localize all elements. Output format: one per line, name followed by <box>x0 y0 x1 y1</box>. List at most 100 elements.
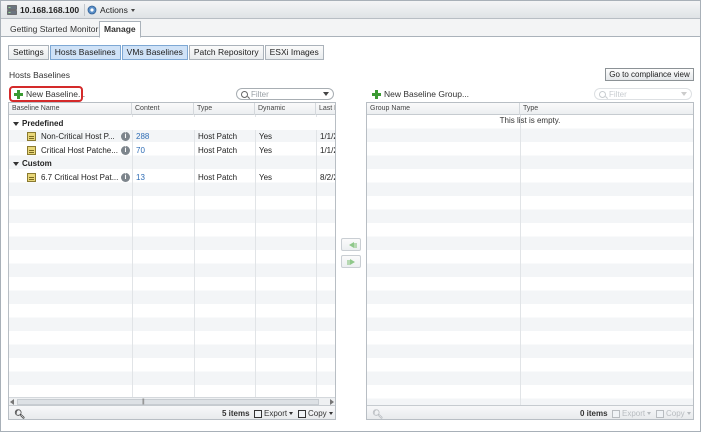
chevron-down-icon <box>647 412 652 415</box>
group-row-predefined[interactable]: Predefined <box>9 116 335 130</box>
chevron-down-icon <box>130 8 135 12</box>
table-row[interactable]: Non-Critical Host P... i 288 Host Patch … <box>9 130 335 144</box>
baseline-name: 6.7 Critical Host Pat... <box>41 172 119 182</box>
tab-monitor[interactable]: Monitor <box>70 22 98 37</box>
chevron-down-icon <box>328 412 333 415</box>
info-icon[interactable]: i <box>121 145 130 155</box>
search-icon <box>599 90 606 98</box>
horizontal-scrollbar[interactable]: ||| <box>9 397 335 405</box>
baseline-icon <box>27 172 36 182</box>
grid-header: Baseline Name Content Type Dynamic Last … <box>9 103 335 115</box>
host-name: 10.168.168.100 <box>20 5 80 15</box>
table-row[interactable]: 6.7 Critical Host Pat... i 13 Host Patch… <box>9 171 335 185</box>
remove-from-group-button[interactable] <box>341 238 361 251</box>
content-link[interactable]: 13 <box>136 171 145 185</box>
dynamic-cell: Yes <box>259 145 273 155</box>
sub-tabs: Settings Hosts Baselines VMs Baselines P… <box>8 45 325 61</box>
chevron-down-icon <box>289 412 294 415</box>
go-to-compliance-view-button[interactable]: Go to compliance view <box>605 68 694 81</box>
grid-footer: 🔍︎ 5 items Export Copy <box>9 405 335 419</box>
subtab-patch-repository[interactable]: Patch Repository <box>188 45 264 60</box>
add-icon <box>372 89 381 99</box>
item-count: 0 items <box>580 409 608 418</box>
search-icon <box>241 90 248 98</box>
new-baseline-group-label: New Baseline Group... <box>384 89 470 99</box>
host-icon <box>7 5 17 15</box>
chevron-down-icon <box>686 412 691 415</box>
last-modified-cell: 1/1/2 <box>320 145 335 155</box>
filter-placeholder: Filter <box>609 89 627 99</box>
add-to-group-button[interactable] <box>341 255 361 268</box>
subtab-esxi-images[interactable]: ESXi Images <box>264 45 324 60</box>
baseline-filter-input[interactable]: Filter <box>236 88 334 100</box>
last-modified-cell: 1/1/2 <box>320 132 335 141</box>
copy-icon <box>656 409 664 418</box>
highlight-box <box>9 86 83 102</box>
col-group-name[interactable]: Group Name <box>367 103 520 115</box>
info-icon[interactable]: i <box>121 132 130 141</box>
export-icon <box>612 409 620 418</box>
group-filter-input[interactable]: Filter <box>594 88 692 100</box>
title-bar: 10.168.168.100 Actions <box>1 1 700 19</box>
binoculars-icon[interactable]: 🔍︎ <box>372 409 383 419</box>
type-cell: Host Patch <box>198 145 238 155</box>
baseline-icon <box>27 132 36 141</box>
col-type[interactable]: Type <box>520 103 693 115</box>
chevron-down-icon <box>681 92 687 96</box>
col-last-modified[interactable]: Last M <box>316 103 335 115</box>
copy-icon <box>298 409 306 418</box>
baseline-groups-grid: Group Name Type This list is empty. 🔍︎ 0… <box>366 102 694 420</box>
baseline-name: Non-Critical Host P... <box>41 132 115 141</box>
group-label: Custom <box>22 159 52 168</box>
actions-label: Actions <box>100 5 128 15</box>
export-label: Export <box>622 409 646 418</box>
export-label: Export <box>264 409 288 418</box>
export-button[interactable]: Export <box>254 409 294 418</box>
group-label: Predefined <box>22 118 64 128</box>
expand-triangle-icon[interactable] <box>13 162 19 166</box>
grid-rows: Predefined Non-Critical Host P... i 288 … <box>9 115 335 397</box>
binoculars-icon[interactable]: 🔍︎ <box>14 409 25 419</box>
new-baseline-group-button[interactable]: New Baseline Group... <box>372 86 469 102</box>
last-modified-cell: 8/2/2 <box>320 172 335 182</box>
gear-icon <box>87 5 97 15</box>
col-type[interactable]: Type <box>194 103 255 115</box>
item-count: 5 items <box>222 409 250 418</box>
tab-getting-started[interactable]: Getting Started <box>10 22 67 37</box>
dynamic-cell: Yes <box>259 132 273 141</box>
chevron-down-icon <box>323 92 329 96</box>
info-icon[interactable]: i <box>121 172 130 182</box>
expand-triangle-icon[interactable] <box>13 121 19 126</box>
col-dynamic[interactable]: Dynamic <box>255 103 316 115</box>
col-baseline-name[interactable]: Baseline Name <box>9 103 132 115</box>
filter-placeholder: Filter <box>251 89 269 99</box>
grid-rows: This list is empty. <box>367 115 693 405</box>
baseline-icon <box>27 145 36 155</box>
subtab-hosts-baselines[interactable]: Hosts Baselines <box>49 45 121 60</box>
content-link[interactable]: 70 <box>136 144 145 158</box>
type-cell: Host Patch <box>198 132 238 141</box>
group-row-custom[interactable]: Custom <box>9 157 335 171</box>
copy-button[interactable]: Copy <box>656 409 691 418</box>
content-link[interactable]: 288 <box>136 130 149 144</box>
arrow-right-icon <box>350 259 355 265</box>
subtab-settings[interactable]: Settings <box>8 45 49 60</box>
col-content[interactable]: Content <box>132 103 194 115</box>
main-tabs: Getting Started Monitor Manage <box>1 19 700 38</box>
export-button[interactable]: Export <box>612 409 652 418</box>
baselines-grid: Baseline Name Content Type Dynamic Last … <box>8 102 336 420</box>
actions-menu[interactable]: Actions <box>84 4 139 16</box>
type-cell: Host Patch <box>198 172 238 182</box>
app-window: 10.168.168.100 Actions Getting Started M… <box>0 0 701 432</box>
subtab-vms-baselines[interactable]: VMs Baselines <box>121 45 188 60</box>
grid-header: Group Name Type <box>367 103 693 115</box>
baseline-name: Critical Host Patche... <box>41 145 118 155</box>
copy-label: Copy <box>308 409 327 418</box>
dynamic-cell: Yes <box>259 172 273 182</box>
copy-label: Copy <box>666 409 685 418</box>
section-title: Hosts Baselines <box>9 70 70 80</box>
tab-manage[interactable]: Manage <box>99 21 141 38</box>
copy-button[interactable]: Copy <box>298 409 333 418</box>
export-icon <box>254 409 262 418</box>
table-row[interactable]: Critical Host Patche... i 70 Host Patch … <box>9 144 335 158</box>
